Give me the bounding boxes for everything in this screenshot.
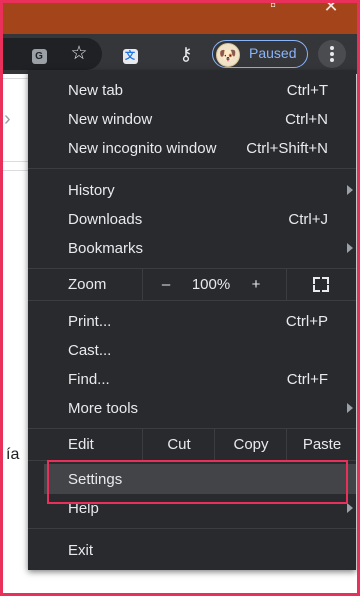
translate-icon[interactable]: G: [27, 42, 51, 66]
paste-button[interactable]: Paste: [288, 429, 356, 460]
menu-item-label: More tools: [68, 400, 139, 417]
menu-row-edit: Edit Cut Copy Paste: [28, 429, 356, 460]
menu-divider: [286, 269, 287, 300]
menu-divider: [28, 528, 356, 529]
close-window-icon[interactable]: ✕: [316, 0, 346, 20]
menu-item-more-tools[interactable]: More tools: [28, 394, 356, 423]
menu-item-new-tab[interactable]: New tab Ctrl+T: [28, 76, 356, 105]
chevron-right-icon[interactable]: ›: [4, 108, 11, 131]
bookmark-star-icon[interactable]: ☆: [67, 42, 91, 66]
menu-item-find[interactable]: Find... Ctrl+F: [28, 365, 356, 394]
menu-item-label: Downloads: [68, 211, 143, 228]
menu-item-label: Find...: [68, 371, 110, 388]
menu-item-exit[interactable]: Exit: [28, 536, 356, 565]
profile-button[interactable]: 🐶 Paused: [212, 40, 308, 68]
menu-item-shortcut: Ctrl+Shift+N: [246, 140, 328, 157]
submenu-arrow-icon: [347, 243, 353, 253]
browser-toolbar: G ☆ 文 ⚷ 🐶 Paused: [0, 34, 360, 74]
copy-button[interactable]: Copy: [216, 429, 286, 460]
menu-item-label: History: [68, 182, 115, 199]
page-divider: [0, 170, 28, 171]
zoom-out-button[interactable]: –: [156, 269, 176, 300]
menu-item-new-incognito-window[interactable]: New incognito window Ctrl+Shift+N: [28, 134, 356, 163]
menu-item-shortcut: Ctrl+J: [288, 211, 328, 228]
menu-item-shortcut: Ctrl+N: [285, 111, 328, 128]
submenu-arrow-icon: [347, 503, 353, 513]
menu-item-label: Cast...: [68, 342, 112, 359]
menu-item-cast[interactable]: Cast...: [28, 336, 356, 365]
zoom-level: 100%: [191, 276, 231, 293]
menu-item-print[interactable]: Print... Ctrl+P: [28, 307, 356, 336]
menu-item-new-window[interactable]: New window Ctrl+N: [28, 105, 356, 134]
menu-divider: [214, 429, 215, 460]
menu-divider: [28, 168, 356, 169]
translate-extension-icon[interactable]: 文: [118, 42, 142, 66]
menu-item-shortcut: Ctrl+T: [286, 82, 328, 99]
fullscreen-icon[interactable]: [308, 269, 334, 300]
menu-item-label: Bookmarks: [68, 240, 144, 257]
zoom-in-button[interactable]: +: [246, 269, 266, 300]
zoom-label: Zoom: [68, 276, 107, 293]
menu-divider: [142, 429, 143, 460]
menu-item-shortcut: Ctrl+P: [285, 313, 328, 330]
restore-window-icon[interactable]: ▫: [258, 0, 288, 20]
menu-divider: [142, 269, 143, 300]
key-icon[interactable]: ⚷: [174, 42, 198, 66]
menu-divider: [286, 429, 287, 460]
submenu-arrow-icon: [347, 185, 353, 195]
cut-button[interactable]: Cut: [144, 429, 214, 460]
menu-item-shortcut: Ctrl+F: [286, 371, 328, 388]
menu-item-label: New tab: [68, 82, 124, 99]
menu-item-label: New window: [68, 111, 153, 128]
submenu-arrow-icon: [347, 403, 353, 413]
menu-item-downloads[interactable]: Downloads Ctrl+J: [28, 205, 356, 234]
menu-divider: [28, 300, 356, 301]
profile-status-label: Paused: [249, 45, 297, 61]
menu-item-label: Print...: [68, 313, 112, 330]
more-menu-icon[interactable]: [318, 40, 346, 68]
edit-label: Edit: [68, 436, 94, 453]
highlight-annotation-box: [47, 460, 348, 504]
page-partial-text: ía: [6, 446, 20, 463]
menu-item-bookmarks[interactable]: Bookmarks: [28, 234, 356, 263]
menu-item-label: New incognito window: [68, 140, 217, 157]
menu-item-label: Exit: [68, 542, 94, 559]
avatar: 🐶: [216, 43, 240, 67]
menu-item-history[interactable]: History: [28, 176, 356, 205]
window-titlebar: ▫ ✕: [0, 0, 360, 34]
menu-row-zoom: Zoom – 100% +: [28, 269, 356, 300]
